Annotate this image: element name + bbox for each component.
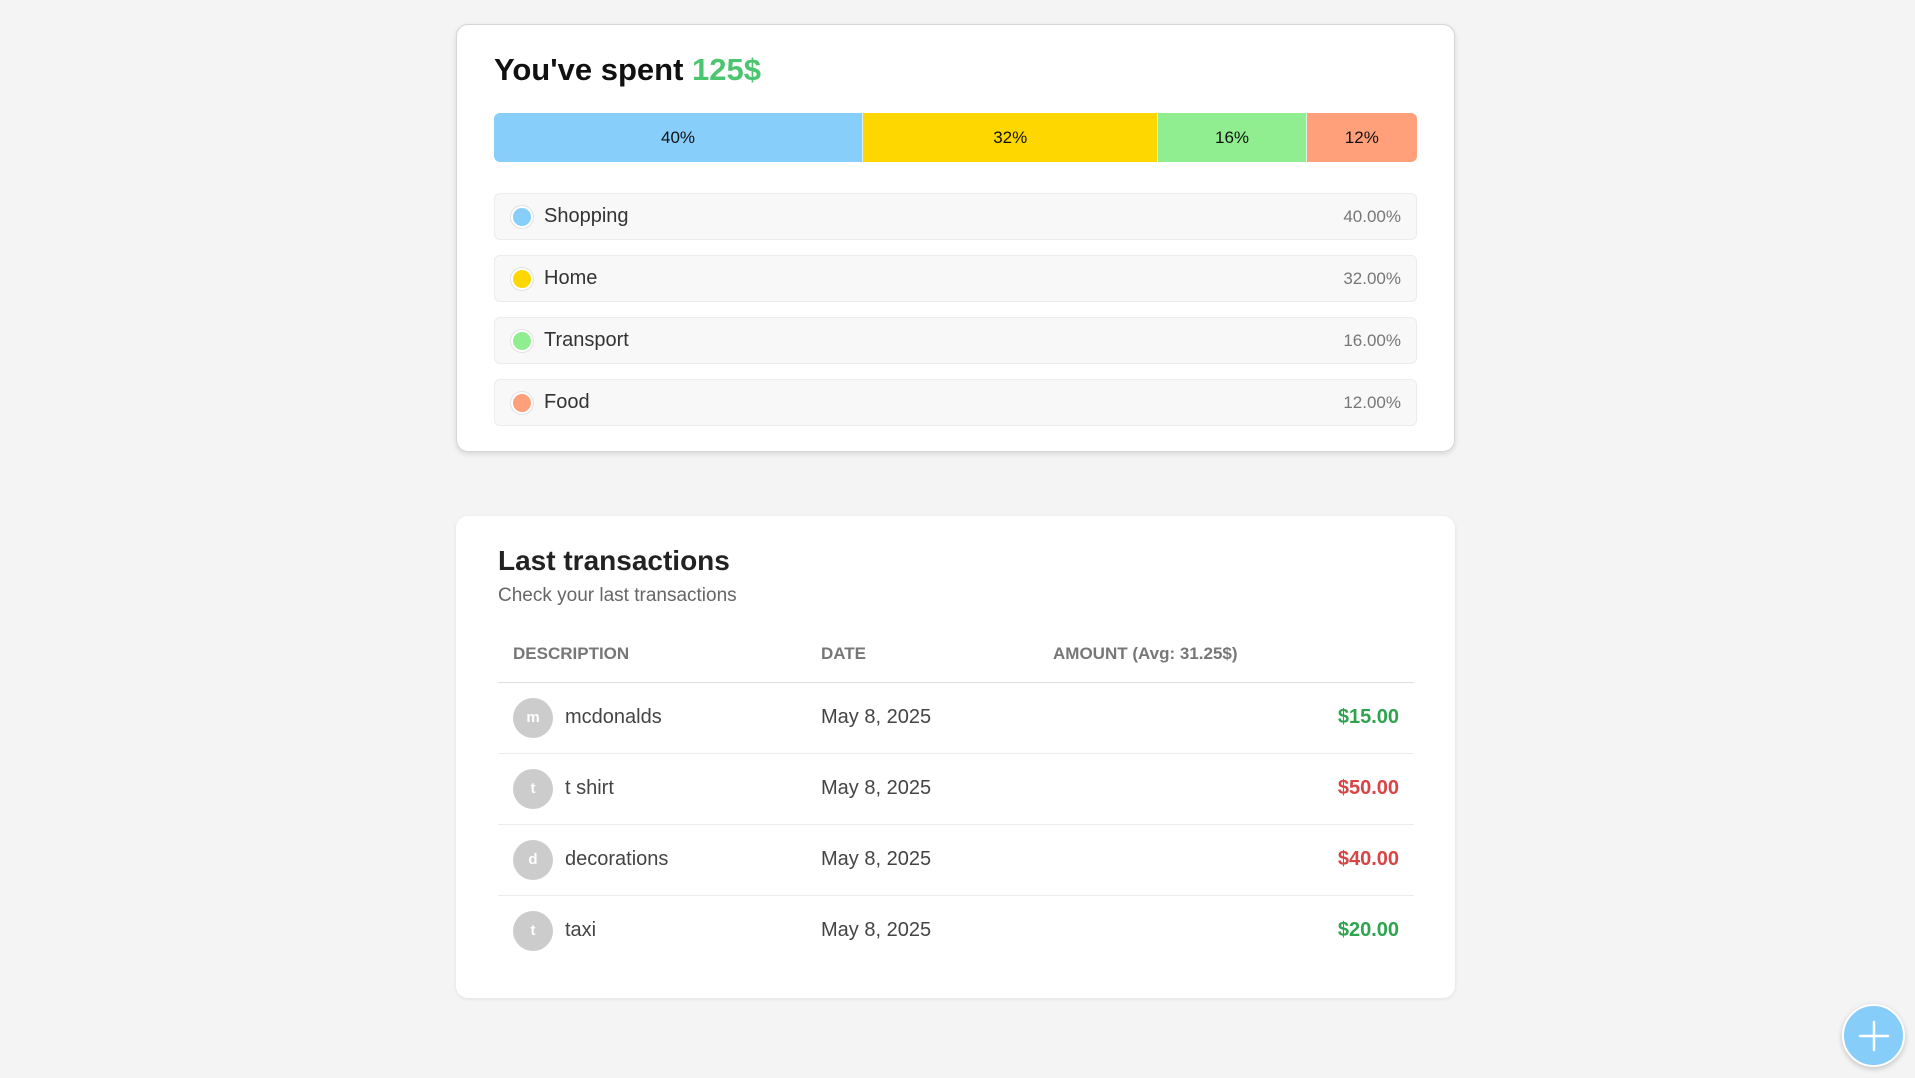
table-row[interactable]: d decorations May 8, 2025 $40.00 (498, 824, 1414, 896)
category-list: Shopping 40.00% Home 32.00% Transport 16… (494, 193, 1417, 426)
category-color-dot (511, 205, 533, 228)
category-percent: 32.00% (1343, 268, 1401, 288)
category-name: Transport (544, 329, 629, 351)
transaction-description: decorations (565, 848, 669, 870)
category-percent: 40.00% (1343, 206, 1401, 226)
transaction-description: mcdonalds (565, 706, 662, 728)
bar-segment-food[interactable]: 12% (1306, 113, 1417, 162)
table-row[interactable]: t t shirt May 8, 2025 $50.00 (498, 753, 1414, 825)
transaction-description: t shirt (565, 777, 614, 799)
transaction-date: May 8, 2025 (806, 753, 1038, 825)
table-header-row: DESCRIPTION DATE AMOUNT (Avg: 31.25$) (498, 627, 1414, 683)
description-cell: d decorations (498, 824, 806, 896)
description-cell: m mcdonalds (498, 682, 806, 754)
category-name: Shopping (544, 205, 629, 227)
description-cell: t t shirt (498, 753, 806, 825)
transaction-date: May 8, 2025 (806, 682, 1038, 754)
description-cell: t taxi (498, 895, 806, 966)
spent-title: You've spent 125$ (494, 49, 1417, 91)
table-row[interactable]: m mcdonalds May 8, 2025 $15.00 (498, 682, 1414, 754)
header-date[interactable]: DATE (806, 627, 1038, 683)
add-transaction-button[interactable] (1842, 1004, 1905, 1067)
transaction-amount: $20.00 (1337, 919, 1399, 942)
avatar: m (513, 697, 553, 738)
category-row-food[interactable]: Food 12.00% (494, 379, 1417, 426)
category-color-dot (511, 391, 533, 414)
transaction-description: taxi (565, 919, 597, 942)
header-amount[interactable]: AMOUNT (Avg: 31.25$) (1038, 627, 1414, 683)
header-description[interactable]: DESCRIPTION (498, 627, 806, 683)
spent-amount: 125$ (692, 52, 761, 87)
spending-breakdown-bar: 40% 32% 16% 12% (494, 113, 1417, 162)
transaction-date: May 8, 2025 (806, 824, 1038, 896)
transactions-card: Last transactions Check your last transa… (456, 516, 1455, 998)
transactions-table: DESCRIPTION DATE AMOUNT (Avg: 31.25$) m … (498, 627, 1414, 966)
transaction-amount: $15.00 (1038, 682, 1414, 754)
category-percent: 12.00% (1343, 392, 1401, 412)
category-percent: 16.00% (1343, 330, 1401, 350)
transaction-amount: $40.00 (1038, 824, 1414, 896)
table-row[interactable]: t taxi May 8, 2025 $20.00 (498, 895, 1414, 966)
spending-card: You've spent 125$ 40% 32% 16% 12% Shoppi… (456, 24, 1455, 452)
plus-icon (1858, 1020, 1889, 1051)
bar-segment-transport[interactable]: 16% (1158, 113, 1307, 162)
bar-segment-home[interactable]: 32% (863, 113, 1159, 162)
category-name: Food (544, 391, 590, 413)
category-color-dot (511, 329, 533, 352)
transaction-date: May 8, 2025 (821, 919, 932, 942)
avatar: t (513, 768, 553, 809)
transactions-title: Last transactions (498, 545, 730, 576)
category-row-home[interactable]: Home 32.00% (494, 255, 1417, 302)
bar-segment-shopping[interactable]: 40% (494, 113, 863, 162)
category-color-dot (511, 267, 533, 290)
transaction-amount: $50.00 (1038, 753, 1414, 825)
avatar: t (513, 910, 553, 951)
avatar: d (513, 839, 553, 880)
category-row-transport[interactable]: Transport 16.00% (494, 317, 1417, 364)
spent-title-prefix: You've spent (494, 52, 693, 87)
category-name: Home (544, 267, 598, 289)
transactions-subtitle: Check your last transactions (498, 585, 737, 606)
category-row-shopping[interactable]: Shopping 40.00% (494, 193, 1417, 240)
